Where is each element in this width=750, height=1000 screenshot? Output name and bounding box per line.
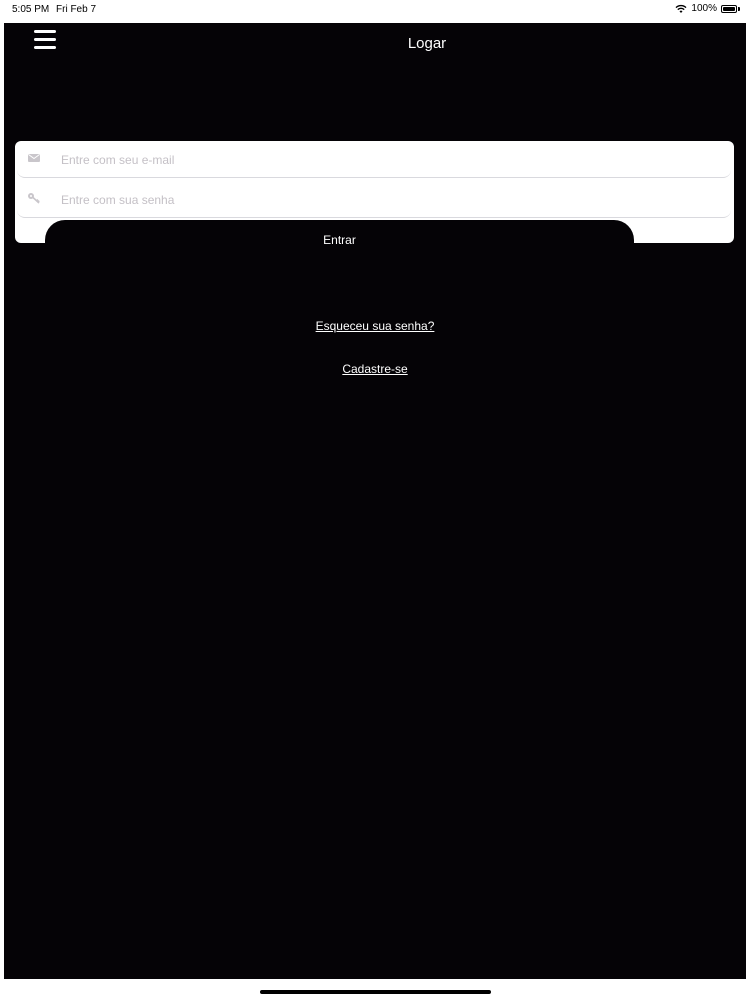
status-time: 5:05 PM — [12, 4, 50, 15]
password-input[interactable] — [59, 187, 663, 213]
envelope-icon — [28, 154, 40, 162]
key-icon — [28, 193, 40, 204]
app-screen: Logar Entrar Esqueceu sua senha? Cadastr… — [4, 23, 746, 979]
register-link[interactable]: Cadastre-se — [4, 362, 746, 376]
battery-percent: 100% — [691, 3, 717, 14]
email-input[interactable] — [59, 147, 663, 173]
forgot-password-link[interactable]: Esqueceu sua senha? — [4, 319, 746, 333]
status-bar: 5:05 PM Fri Feb 7 100% — [0, 0, 750, 22]
password-field — [17, 181, 731, 218]
battery-icon — [721, 4, 740, 13]
status-indicators: 100% — [675, 3, 740, 14]
login-button[interactable]: Entrar — [45, 220, 634, 260]
wifi-icon — [675, 4, 687, 13]
page-title: Logar — [407, 35, 447, 52]
home-indicator — [260, 990, 491, 994]
email-field — [17, 141, 731, 178]
status-date: Fri Feb 7 — [56, 4, 97, 15]
